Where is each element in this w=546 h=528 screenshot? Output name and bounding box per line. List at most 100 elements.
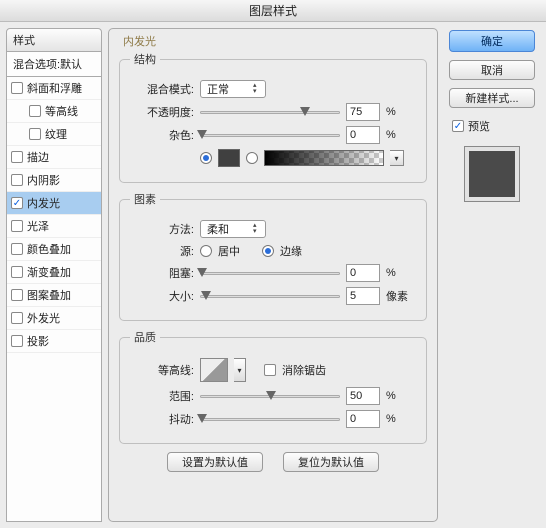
size-unit: 像素 (386, 288, 408, 304)
style-list: 斜面和浮雕等高线纹理描边内阴影内发光光泽颜色叠加渐变叠加图案叠加外发光投影 (6, 77, 102, 522)
preview-label: 预览 (468, 118, 490, 134)
method-label: 方法: (130, 221, 194, 237)
right-column: 确定 取消 新建样式... 预览 (444, 28, 540, 522)
choke-slider[interactable] (200, 266, 340, 280)
make-default-button[interactable]: 设置为默认值 (167, 452, 263, 472)
select-arrows-icon: ▴▾ (253, 83, 261, 95)
contour-picker[interactable] (200, 358, 228, 382)
antialias-label: 消除锯齿 (282, 362, 326, 378)
style-item-label: 内阴影 (27, 172, 60, 188)
blend-mode-value: 正常 (207, 81, 229, 97)
style-item-label: 等高线 (45, 103, 78, 119)
noise-label: 杂色: (130, 127, 194, 143)
jitter-label: 抖动: (130, 411, 194, 427)
style-item-5[interactable]: 内发光 (7, 192, 101, 215)
style-item-checkbox[interactable] (11, 266, 23, 278)
jitter-input[interactable]: 0 (346, 410, 380, 428)
style-item-0[interactable]: 斜面和浮雕 (7, 77, 101, 100)
style-item-3[interactable]: 描边 (7, 146, 101, 169)
window-title: 图层样式 (0, 0, 546, 22)
source-center-radio[interactable] (200, 245, 212, 257)
style-item-checkbox[interactable] (11, 243, 23, 255)
elements-group: 图素 方法: 柔和 ▴▾ 源: 居中 边缘 阻 (119, 191, 427, 321)
gradient-preview[interactable] (264, 150, 384, 166)
range-slider[interactable] (200, 389, 340, 403)
cancel-button[interactable]: 取消 (449, 60, 535, 80)
noise-slider[interactable] (200, 128, 340, 142)
antialias-checkbox[interactable] (264, 364, 276, 376)
color-source-radio[interactable] (200, 152, 212, 164)
noise-unit: % (386, 129, 396, 141)
style-item-checkbox[interactable] (11, 174, 23, 186)
source-edge-radio[interactable] (262, 245, 274, 257)
style-item-checkbox[interactable] (29, 128, 41, 140)
style-item-label: 纹理 (45, 126, 67, 142)
new-style-button[interactable]: 新建样式... (449, 88, 535, 108)
preview-checkbox[interactable] (452, 120, 464, 132)
style-item-checkbox[interactable] (11, 151, 23, 163)
size-label: 大小: (130, 288, 194, 304)
opacity-label: 不透明度: (130, 104, 194, 120)
style-item-label: 内发光 (27, 195, 60, 211)
method-value: 柔和 (207, 221, 229, 237)
opacity-input[interactable]: 75 (346, 103, 380, 121)
opacity-unit: % (386, 106, 396, 118)
style-item-label: 斜面和浮雕 (27, 80, 82, 96)
blend-mode-select[interactable]: 正常 ▴▾ (200, 80, 266, 98)
style-item-6[interactable]: 光泽 (7, 215, 101, 238)
ok-button[interactable]: 确定 (449, 30, 535, 52)
style-item-label: 图案叠加 (27, 287, 71, 303)
jitter-slider[interactable] (200, 412, 340, 426)
style-item-checkbox[interactable] (11, 312, 23, 324)
blending-options-default[interactable]: 混合选项:默认 (6, 52, 102, 77)
elements-legend: 图素 (130, 191, 160, 207)
size-slider[interactable] (200, 289, 340, 303)
style-item-9[interactable]: 图案叠加 (7, 284, 101, 307)
style-item-11[interactable]: 投影 (7, 330, 101, 353)
range-unit: % (386, 390, 396, 402)
style-item-4[interactable]: 内阴影 (7, 169, 101, 192)
source-label: 源: (130, 243, 194, 259)
style-item-label: 描边 (27, 149, 49, 165)
effect-panel: 内发光 结构 混合模式: 正常 ▴▾ 不透明度: 75 (108, 28, 438, 522)
style-item-label: 投影 (27, 333, 49, 349)
structure-legend: 结构 (130, 51, 160, 67)
style-item-checkbox[interactable] (11, 220, 23, 232)
opacity-slider[interactable] (200, 105, 340, 119)
source-edge-label: 边缘 (280, 243, 302, 259)
quality-group: 品质 等高线: ▾ 消除锯齿 范围: 50 % 抖 (119, 329, 427, 444)
select-arrows-icon: ▴▾ (253, 223, 261, 235)
style-item-label: 光泽 (27, 218, 49, 234)
size-input[interactable]: 5 (346, 287, 380, 305)
style-item-10[interactable]: 外发光 (7, 307, 101, 330)
style-item-checkbox[interactable] (11, 335, 23, 347)
blend-mode-label: 混合模式: (130, 81, 194, 97)
style-item-1[interactable]: 等高线 (7, 100, 101, 123)
style-item-checkbox[interactable] (29, 105, 41, 117)
style-item-label: 渐变叠加 (27, 264, 71, 280)
style-item-checkbox[interactable] (11, 289, 23, 301)
reset-default-button[interactable]: 复位为默认值 (283, 452, 379, 472)
quality-legend: 品质 (130, 329, 160, 345)
style-item-7[interactable]: 颜色叠加 (7, 238, 101, 261)
style-item-label: 颜色叠加 (27, 241, 71, 257)
style-item-checkbox[interactable] (11, 197, 23, 209)
source-center-label: 居中 (218, 243, 240, 259)
choke-input[interactable]: 0 (346, 264, 380, 282)
style-item-8[interactable]: 渐变叠加 (7, 261, 101, 284)
contour-label: 等高线: (130, 362, 194, 378)
style-item-2[interactable]: 纹理 (7, 123, 101, 146)
choke-label: 阻塞: (130, 265, 194, 281)
color-swatch[interactable] (218, 149, 240, 167)
structure-group: 结构 混合模式: 正常 ▴▾ 不透明度: 75 % (119, 51, 427, 183)
gradient-dropdown[interactable]: ▾ (390, 150, 404, 166)
gradient-source-radio[interactable] (246, 152, 258, 164)
style-item-label: 外发光 (27, 310, 60, 326)
style-item-checkbox[interactable] (11, 82, 23, 94)
range-input[interactable]: 50 (346, 387, 380, 405)
noise-input[interactable]: 0 (346, 126, 380, 144)
styles-header[interactable]: 样式 (6, 28, 102, 52)
panel-title: 内发光 (123, 33, 427, 49)
contour-dropdown[interactable]: ▾ (234, 358, 246, 382)
method-select[interactable]: 柔和 ▴▾ (200, 220, 266, 238)
